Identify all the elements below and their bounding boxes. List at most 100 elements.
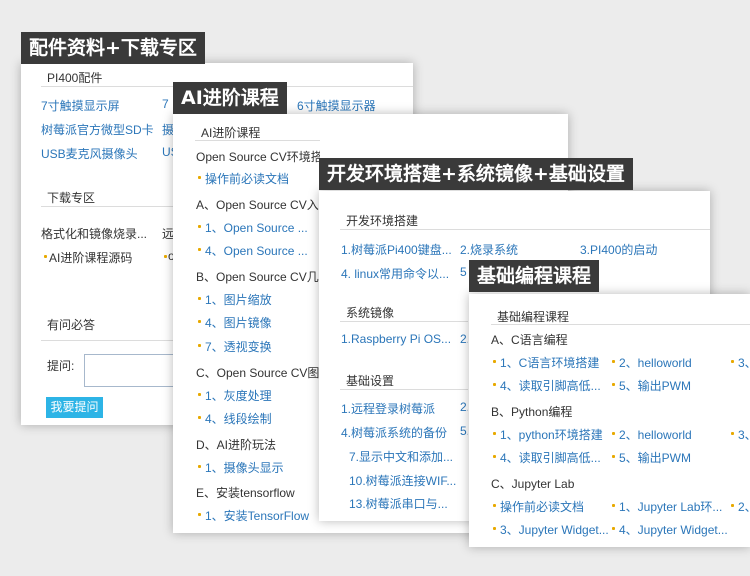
env-setup-banner: 开发环境搭建+系统镜像+基础设置 [319,158,633,190]
link-jupyter-lab-env[interactable]: 1、Jupyter Lab环... [619,498,727,515]
programming-section-title: 基础编程课程 [497,310,570,324]
env-section-title: 开发环境搭建 [346,214,419,228]
link-jupyter-widget-4[interactable]: 4、Jupyter Widget... [619,521,729,538]
link-jupyter-read-first[interactable]: 操作前必读文档 [500,498,608,515]
download-ai-source[interactable]: AI进阶课程源码 [49,249,141,266]
link-c-partial-3[interactable]: 3、 [738,354,750,371]
link-image-mirror[interactable]: 4、图片镜像 [205,314,315,331]
link-remote-login[interactable]: 1.远程登录树莓派 [341,400,453,417]
divider [491,324,750,325]
link-chinese-display[interactable]: 7.显示中文和添加... [349,448,461,465]
bullet-icon [493,455,496,458]
bullet-icon [731,432,734,435]
link-read-first[interactable]: 操作前必读文档 [205,170,317,187]
qa-section-title: 有问必答 [47,318,96,332]
link-python-partial-3[interactable]: 3、 [738,426,750,443]
bullet-icon [198,416,201,419]
bullet-icon [198,344,201,347]
link-line-drawing[interactable]: 4、线段绘制 [205,410,315,427]
link-basic-partial-2[interactable]: 2. [460,400,468,414]
bullet-icon [164,255,167,258]
accessories-section-title: PI400配件 [47,71,103,85]
link-python-output-pwm[interactable]: 5、输出PWM [619,449,724,466]
link-opencv-4[interactable]: 4、Open Source ... [205,242,315,259]
group-tensorflow-title: E、安装tensorflow [196,486,295,500]
divider [195,140,320,141]
image-section-title: 系统镜像 [346,306,395,320]
link-linux-commands[interactable]: 4. linux常用命令以... [341,265,453,282]
link-jupyter-widget-3[interactable]: 3、Jupyter Widget... [500,521,610,538]
link-pi400-boot[interactable]: 3.PI400的启动 [580,241,690,258]
bullet-icon [198,513,201,516]
bullet-icon [612,504,615,507]
link-image-scaling[interactable]: 1、图片缩放 [205,291,315,308]
question-input[interactable] [84,354,174,387]
group-jupyter-title: C、Jupyter Lab [491,477,575,491]
bullet-icon [731,504,734,507]
accessories-download-banner: 配件资料+下载专区 [21,32,205,64]
bullet-icon [198,248,201,251]
link-official-sd-card[interactable]: 树莓派官方微型SD卡 [41,121,159,138]
link-usb-mic-camera[interactable]: USB麦克风摄像头 [41,145,159,162]
bullet-icon [612,383,615,386]
divider [41,206,173,207]
link-6inch-touch-display[interactable]: 6寸触摸显示器 [297,97,409,114]
bullet-icon [612,360,615,363]
group-opencv-intro-title: A、Open Source CV入 [196,198,319,212]
link-raspberry-pi-os[interactable]: 1.Raspberry Pi OS... [341,332,456,346]
group-opencv-image-title: C、Open Source CV图 [196,366,320,380]
link-basic-partial-5[interactable]: 5. [460,424,468,438]
bullet-icon [612,432,615,435]
divider [340,229,710,230]
ai-course-banner: AI进阶课程 [173,82,287,114]
link-jupyter-partial-2[interactable]: 2、 [738,498,750,515]
question-label: 提问: [47,359,75,373]
bullet-icon [198,393,201,396]
link-python-env-setup[interactable]: 1、python环境搭建 [500,426,608,443]
link-c-read-pin[interactable]: 4、读取引脚高低... [500,377,608,394]
link-7inch-touchscreen[interactable]: 7寸触摸显示屏 [41,97,156,114]
ask-question-button[interactable]: 我要提问 [46,397,103,418]
divider [340,389,468,390]
link-serial-port[interactable]: 13.树莓派串口与... [349,495,461,512]
link-system-backup[interactable]: 4.树莓派系统的备份 [341,424,455,441]
link-env-partial-5[interactable]: 5 [460,265,468,279]
bullet-icon [493,383,496,386]
bullet-icon [198,297,201,300]
download-section-title: 下载专区 [47,191,96,205]
link-camera-display[interactable]: 1、摄像头显示 [205,459,315,476]
bullet-icon [612,527,615,530]
basic-programming-banner: 基础编程课程 [469,260,600,292]
link-install-tensorflow[interactable]: 1、安装TensorFlow [205,507,317,524]
bullet-icon [493,527,496,530]
download-format-burn[interactable]: 格式化和镜像烧录... [41,225,153,242]
bullet-icon [493,360,496,363]
bullet-icon [198,176,201,179]
link-burn-system[interactable]: 2.烧录系统 [460,241,540,258]
link-c-output-pwm[interactable]: 5、输出PWM [619,377,724,394]
link-opencv-1[interactable]: 1、Open Source ... [205,219,315,236]
link-grayscale[interactable]: 1、灰度处理 [205,387,315,404]
link-python-read-pin[interactable]: 4、读取引脚高低... [500,449,608,466]
bullet-icon [44,255,47,258]
bullet-icon [493,432,496,435]
bullet-icon [612,455,615,458]
link-c-env-setup[interactable]: 1、C语言环境搭建 [500,354,608,371]
link-c-helloworld[interactable]: 2、helloworld [619,354,724,371]
group-ai-advanced-title: D、AI进阶玩法 [196,438,277,452]
group-c-language-title: A、C语言编程 [491,333,568,347]
group-python-title: B、Python编程 [491,405,573,419]
divider [340,321,468,322]
link-python-helloworld[interactable]: 2、helloworld [619,426,724,443]
basic-settings-title: 基础设置 [346,374,395,388]
bullet-icon [198,225,201,228]
ai-section-title: AI进阶课程 [201,126,261,140]
link-pi400-keyboard[interactable]: 1.树莓派Pi400键盘... [341,241,457,258]
bullet-icon [198,465,201,468]
link-connect-wifi[interactable]: 10.树莓派连接WIF... [349,472,461,489]
bullet-icon [493,504,496,507]
link-perspective-transform[interactable]: 7、透视变换 [205,338,315,355]
group-opencv-env-title: Open Source CV环境搭建 [196,150,320,164]
bullet-icon [198,320,201,323]
link-image-partial-2[interactable]: 2. [460,332,468,346]
